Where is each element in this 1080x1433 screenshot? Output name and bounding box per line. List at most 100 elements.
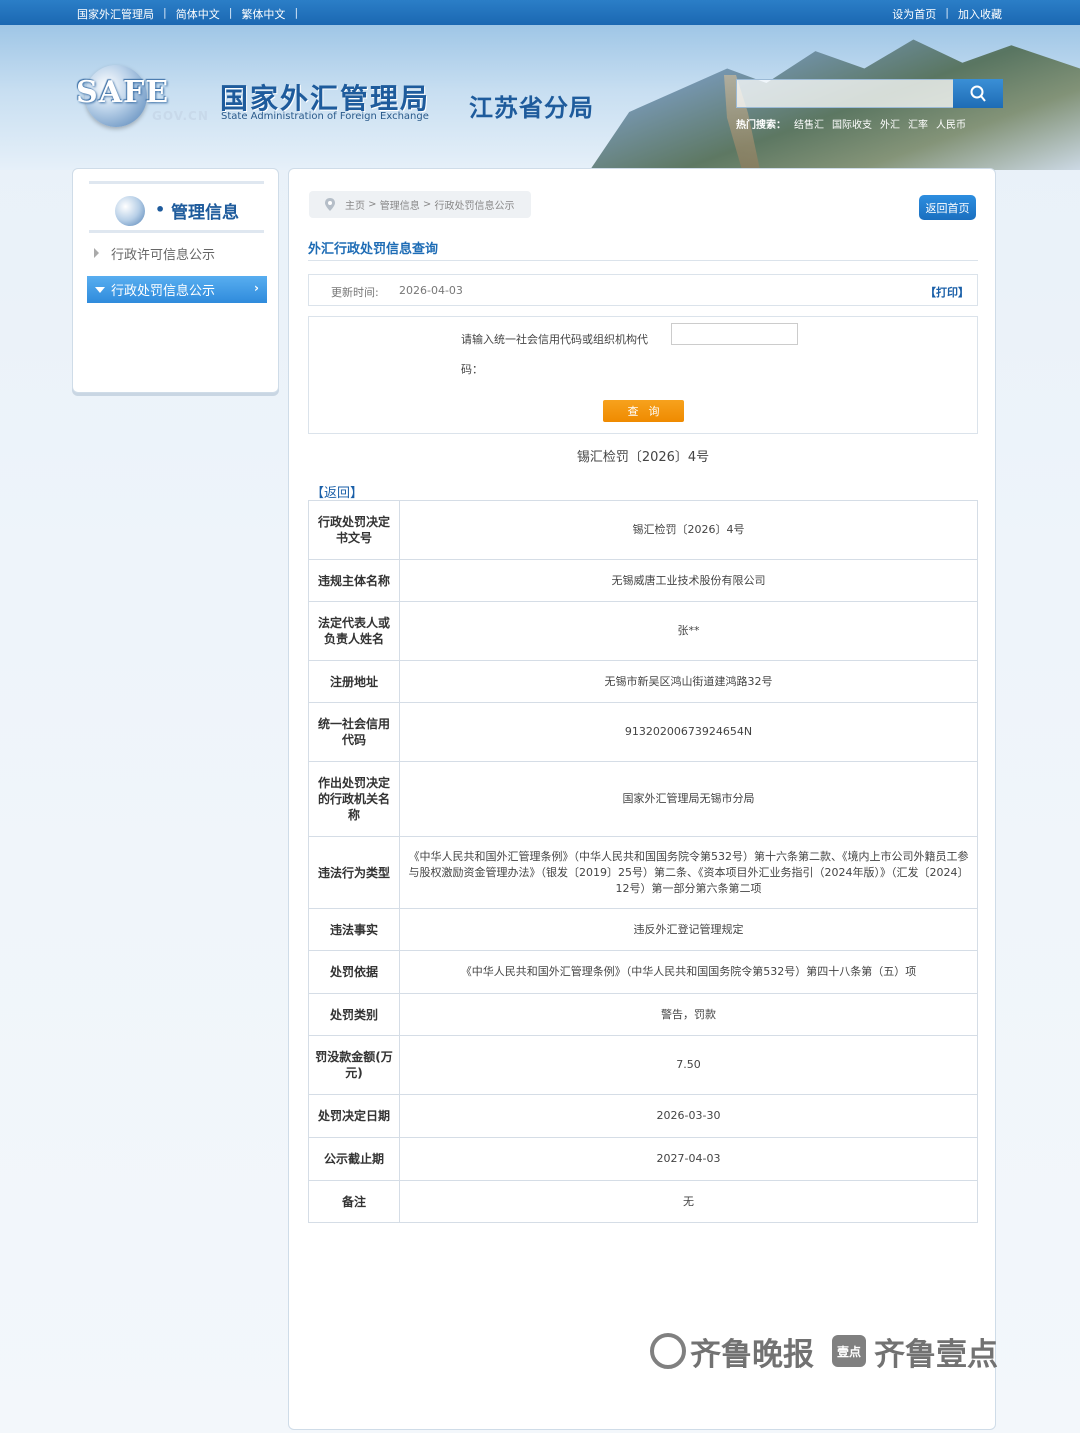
penalty-info-table: 行政处罚决定书文号 锡汇检罚〔2026〕4号 违规主体名称 无锡威唐工业技术股份有限公…: [308, 500, 978, 1223]
search-button[interactable]: [953, 79, 1003, 108]
row-key: 备注: [308, 1180, 400, 1223]
sidebar-header: • 管理信息: [89, 181, 264, 233]
row-value: 国家外汇管理局无锡市分局: [399, 761, 978, 837]
row-key: 处罚类别: [308, 993, 400, 1036]
branch-title: 江苏省分局: [469, 94, 594, 122]
search-icon: [970, 85, 986, 102]
watermark: 齐鲁晚报 壹点 齐鲁壹点: [650, 1328, 1020, 1374]
row-value: 警告，罚款: [399, 993, 978, 1036]
link-simplified-chinese[interactable]: 简体中文: [176, 6, 220, 22]
table-row: 处罚依据 《中华人民共和国外汇管理条例》（中华人民共和国国务院令第532号）第四十…: [308, 950, 978, 994]
update-time-value: 2026-04-03: [399, 284, 463, 297]
row-value: 7.50: [399, 1035, 978, 1095]
table-row: 备注无: [308, 1180, 978, 1223]
table-row: 法定代表人或负责人姓名 张**: [308, 601, 978, 661]
watermark-badge: 壹点: [832, 1335, 866, 1367]
sidebar-item-admin-penalty[interactable]: 行政处罚信息公示 ›: [87, 276, 267, 303]
link-safe-home[interactable]: 国家外汇管理局: [77, 6, 154, 22]
sidebar-item-label: 行政处罚信息公示: [111, 284, 216, 299]
row-value: 无锡威唐工业技术股份有限公司: [399, 559, 978, 602]
row-key: 违法行为类型: [308, 836, 400, 909]
header-banner: SAFE GOV.CN 国家外汇管理局 State Administration…: [0, 25, 1080, 170]
link-traditional-chinese[interactable]: 繁体中文: [241, 6, 285, 22]
row-value: 无锡市新吴区鸿山街道建鸿路32号: [399, 660, 978, 703]
breadcrumb-separator: >: [419, 199, 435, 210]
table-row: 行政处罚决定书文号 锡汇检罚〔2026〕4号: [308, 500, 978, 560]
table-row: 违法事实 违反外汇登记管理规定: [308, 908, 978, 951]
add-favorite-link[interactable]: 加入收藏: [958, 6, 1002, 22]
hot-search-label: 热门搜索：: [736, 120, 786, 131]
hot-term[interactable]: 国际收支: [832, 116, 872, 131]
hot-term[interactable]: 外汇: [880, 116, 900, 131]
sidebar: • 管理信息 行政许可信息公示 行政处罚信息公示 ›: [72, 168, 279, 393]
row-key: 违法事实: [308, 908, 400, 951]
print-link[interactable]: 【打印】: [925, 284, 969, 300]
chevron-right-icon: ›: [254, 281, 259, 295]
top-left-links: 国家外汇管理局 | 简体中文 | 繁体中文 |: [77, 6, 307, 22]
sidebar-item-label: 行政许可信息公示: [111, 248, 216, 263]
table-row: 违规主体名称 无锡威唐工业技术股份有限公司: [308, 559, 978, 602]
safe-logo-icon: [115, 196, 145, 226]
table-row: 公示截止期 2027-04-03: [308, 1137, 978, 1181]
hot-term[interactable]: 人民币: [936, 116, 966, 131]
row-value: 《中华人民共和国外汇管理条例》（中华人民共和国国务院令第532号）第十六条第二款…: [399, 836, 978, 909]
row-value: 违反外汇登记管理规定: [399, 908, 978, 951]
table-row: 统一社会信用代码 91320200673924654N: [308, 702, 978, 762]
update-time-label: 更新时间:: [331, 286, 379, 299]
table-row: 处罚决定日期 2026-03-30: [308, 1094, 978, 1138]
row-value: 91320200673924654N: [399, 702, 978, 762]
hot-search: 热门搜索： 结售汇 国际收支 外汇 汇率 人民币: [736, 116, 966, 131]
safe-logo-text: SAFE: [76, 75, 170, 110]
row-key: 法定代表人或负责人姓名: [308, 601, 400, 661]
query-label: 请输入统一社会信用代码或组织机构代码：: [461, 333, 648, 376]
top-right-links: 设为首页 | 加入收藏: [892, 6, 1002, 22]
divider: [308, 260, 978, 261]
row-value: 锡汇检罚〔2026〕4号: [399, 500, 978, 560]
row-key: 违规主体名称: [308, 559, 400, 602]
breadcrumb-current[interactable]: 行政处罚信息公示: [435, 197, 515, 212]
return-link[interactable]: 【返回】: [311, 482, 363, 501]
sidebar-item-admin-license[interactable]: 行政许可信息公示: [87, 240, 267, 267]
breadcrumb-management[interactable]: 管理信息: [380, 197, 420, 212]
row-key: 行政处罚决定书文号: [308, 500, 400, 560]
query-form: 请输入统一社会信用代码或组织机构代码： 查询: [308, 316, 978, 434]
sidebar-title: 管理信息: [171, 203, 239, 223]
breadcrumb: 主页 > 管理信息 > 行政处罚信息公示: [309, 191, 531, 218]
table-row: 罚没款金额(万元) 7.50: [308, 1035, 978, 1095]
separator: |: [945, 6, 949, 19]
row-key: 罚没款金额(万元): [308, 1035, 400, 1095]
bullet-dot: •: [155, 200, 166, 219]
page-title: 外汇行政处罚信息查询: [308, 242, 439, 257]
main-panel: 主页 > 管理信息 > 行政处罚信息公示 返回首页 外汇行政处罚信息查询 更新时…: [288, 168, 996, 1430]
row-key: 处罚依据: [308, 950, 400, 994]
triangle-right-icon: [94, 248, 99, 258]
set-home-link[interactable]: 设为首页: [892, 6, 936, 22]
search-input[interactable]: [736, 79, 954, 108]
hot-term[interactable]: 结售汇: [794, 116, 824, 131]
table-row: 作出处罚决定的行政机关名称 国家外汇管理局无锡市分局: [308, 761, 978, 837]
table-row: 违法行为类型 《中华人民共和国外汇管理条例》（中华人民共和国国务院令第532号）第…: [308, 836, 978, 909]
row-key: 注册地址: [308, 660, 400, 703]
location-pin-icon: [325, 198, 335, 211]
separator: |: [228, 6, 233, 19]
row-value: 《中华人民共和国外汇管理条例》（中华人民共和国国务院令第532号）第四十八条第（…: [399, 950, 978, 994]
separator: |: [294, 6, 299, 19]
table-row: 注册地址 无锡市新吴区鸿山街道建鸿路32号: [308, 660, 978, 703]
table-row: 处罚类别 警告，罚款: [308, 993, 978, 1036]
row-value: 2026-03-30: [399, 1094, 978, 1138]
row-value: 张**: [399, 601, 978, 661]
row-value: 无: [399, 1180, 978, 1223]
query-button[interactable]: 查询: [603, 400, 684, 422]
row-key: 公示截止期: [308, 1137, 400, 1181]
credit-code-input[interactable]: [671, 323, 798, 345]
site-title-en: State Administration of Foreign Exchange: [221, 111, 429, 122]
top-bar: 国家外汇管理局 | 简体中文 | 繁体中文 | 设为首页 | 加入收藏: [0, 0, 1080, 25]
breadcrumb-home[interactable]: 主页: [345, 197, 365, 212]
back-home-button[interactable]: 返回首页: [919, 195, 976, 220]
separator: |: [163, 6, 167, 19]
row-key: 处罚决定日期: [308, 1094, 400, 1138]
breadcrumb-separator: >: [365, 199, 380, 210]
watermark-brand-1: 齐鲁晚报: [690, 1336, 814, 1373]
triangle-down-icon: [95, 287, 105, 293]
hot-term[interactable]: 汇率: [908, 116, 928, 131]
